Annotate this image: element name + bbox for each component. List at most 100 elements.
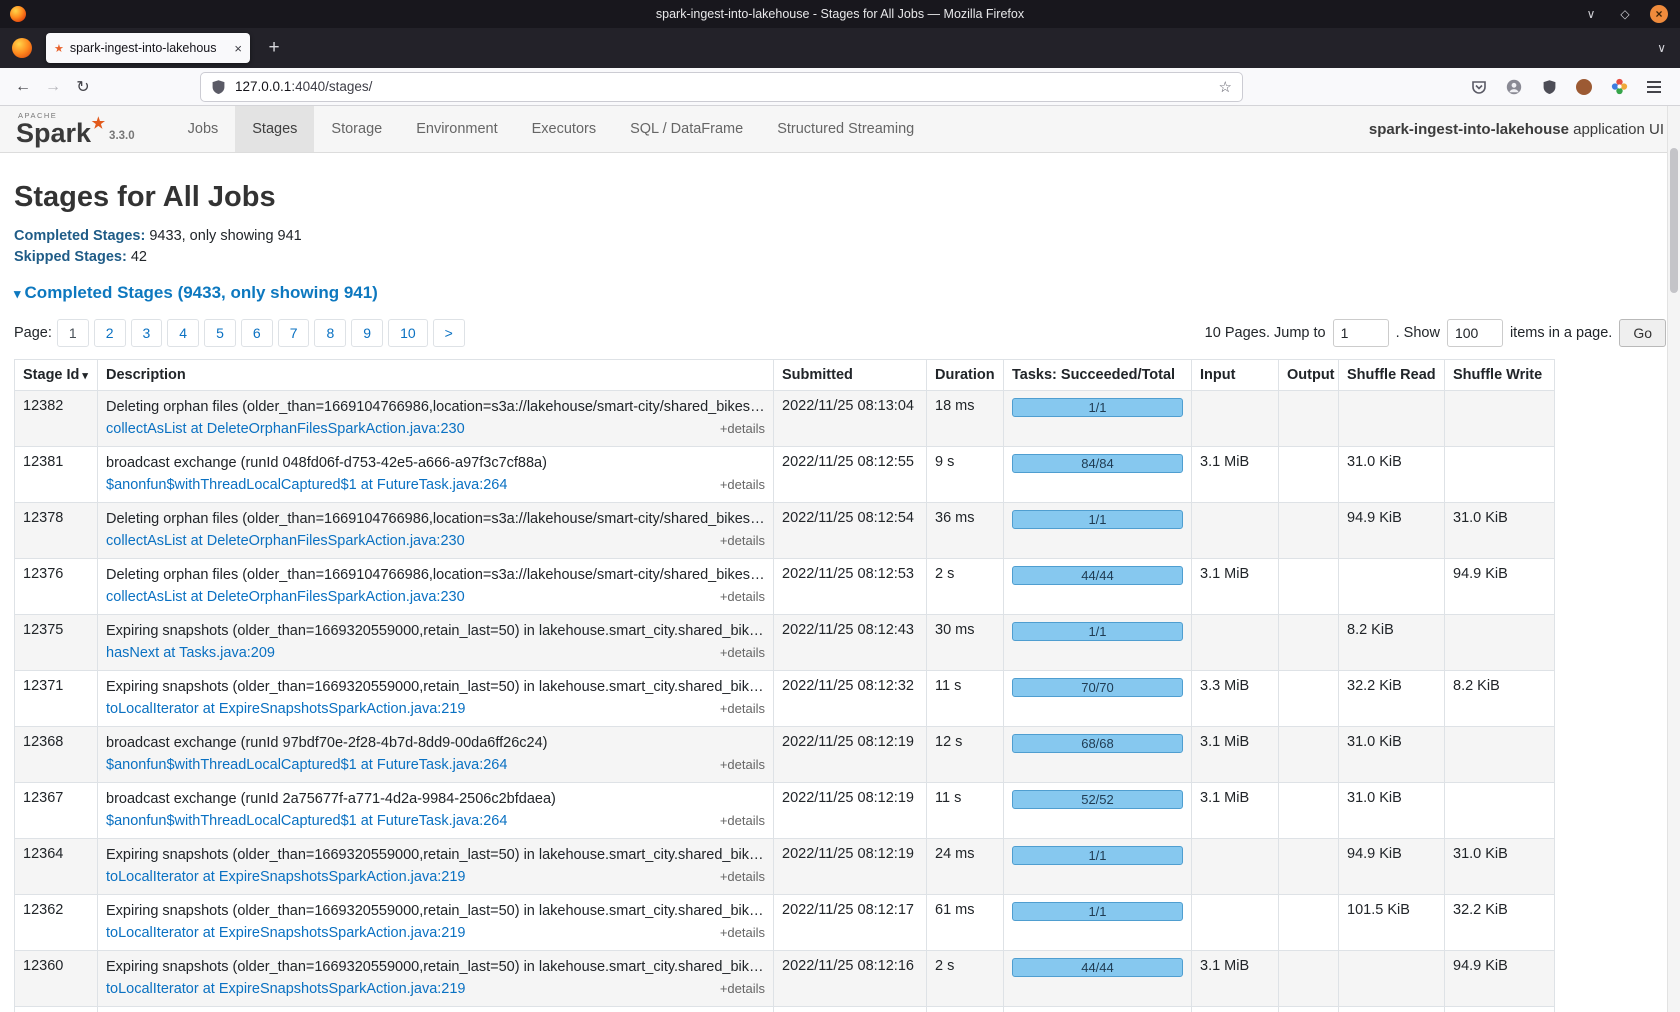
header-description[interactable]: Description bbox=[98, 360, 774, 391]
page-button-9[interactable]: 9 bbox=[351, 319, 383, 347]
header-shuffle-read[interactable]: Shuffle Read bbox=[1339, 360, 1445, 391]
page-button-5[interactable]: 5 bbox=[204, 319, 236, 347]
details-toggle[interactable]: +details bbox=[720, 923, 765, 942]
details-toggle[interactable]: +details bbox=[720, 811, 765, 830]
browser-tab[interactable]: ★ spark-ingest-into-lakehous × bbox=[46, 33, 250, 63]
details-toggle[interactable]: +details bbox=[720, 475, 765, 494]
details-toggle[interactable]: +details bbox=[720, 699, 765, 718]
page-button-8[interactable]: 8 bbox=[314, 319, 346, 347]
stage-callsite-link[interactable]: $anonfun$withThreadLocalCaptured$1 at Fu… bbox=[106, 812, 507, 831]
submitted-cell: 2022/11/25 08:12:19 bbox=[774, 783, 927, 839]
duration-cell: 30 ms bbox=[927, 615, 1004, 671]
input-cell: 3.1 MiB bbox=[1192, 951, 1279, 1007]
header-output[interactable]: Output bbox=[1279, 360, 1339, 391]
stage-id: 12362 bbox=[23, 902, 63, 918]
stage-id: 12367 bbox=[23, 790, 63, 806]
details-toggle[interactable]: +details bbox=[720, 755, 765, 774]
shuffle-write-cell bbox=[1445, 615, 1555, 671]
spark-header: APACHE Spark★ 3.3.0 JobsStagesStorageEnv… bbox=[0, 106, 1680, 153]
details-toggle[interactable]: +details bbox=[720, 587, 765, 606]
bookmark-star-icon[interactable]: ☆ bbox=[1219, 78, 1232, 96]
details-toggle[interactable]: +details bbox=[720, 867, 765, 886]
stage-callsite-link[interactable]: $anonfun$withThreadLocalCaptured$1 at Fu… bbox=[106, 476, 507, 495]
shuffle-read-cell bbox=[1339, 391, 1445, 447]
forward-button[interactable]: → bbox=[38, 72, 68, 102]
tasks-cell: 1/1 bbox=[1004, 503, 1192, 559]
items-per-page-input[interactable] bbox=[1447, 319, 1503, 347]
header-tasks[interactable]: Tasks: Succeeded/Total bbox=[1004, 360, 1192, 391]
details-toggle[interactable]: +details bbox=[720, 979, 765, 998]
page-button-3[interactable]: 3 bbox=[131, 319, 163, 347]
jump-to-input[interactable] bbox=[1333, 319, 1389, 347]
shuffle-read-cell: 31.0 KiB bbox=[1339, 447, 1445, 503]
page-button-6[interactable]: 6 bbox=[241, 319, 273, 347]
stage-id: 12375 bbox=[23, 622, 63, 638]
shuffle-read-cell: 94.9 KiB bbox=[1339, 503, 1445, 559]
header-duration[interactable]: Duration bbox=[927, 360, 1004, 391]
stage-callsite-link[interactable]: collectAsList at DeleteOrphanFilesSparkA… bbox=[106, 420, 465, 439]
profile-avatar-icon[interactable] bbox=[1574, 77, 1594, 97]
stage-callsite-link[interactable]: collectAsList at DeleteOrphanFilesSparkA… bbox=[106, 588, 465, 607]
stage-callsite-link[interactable]: toLocalIterator at ExpireSnapshotsSparkA… bbox=[106, 700, 466, 719]
spark-nav-environment[interactable]: Environment bbox=[399, 106, 514, 152]
ublock-shield-icon[interactable] bbox=[1539, 77, 1559, 97]
input-cell bbox=[1192, 615, 1279, 671]
header-input[interactable]: Input bbox=[1192, 360, 1279, 391]
stage-callsite-link[interactable]: $anonfun$withThreadLocalCaptured$1 at Fu… bbox=[106, 756, 507, 775]
stage-callsite-link[interactable]: toLocalIterator at ExpireSnapshotsSparkA… bbox=[106, 980, 466, 999]
completed-stages-section-toggle[interactable]: ▾Completed Stages (9433, only showing 94… bbox=[14, 283, 1666, 303]
spark-nav-sql-dataframe[interactable]: SQL / DataFrame bbox=[613, 106, 760, 152]
menu-icon[interactable] bbox=[1644, 77, 1664, 97]
header-submitted[interactable]: Submitted bbox=[774, 360, 927, 391]
stage-description: Expiring snapshots (older_than=166932055… bbox=[106, 902, 765, 921]
scrollbar-thumb[interactable] bbox=[1670, 148, 1678, 293]
minimize-button[interactable]: ∨ bbox=[1582, 5, 1600, 23]
list-all-tabs-button[interactable]: ∨ bbox=[1657, 41, 1666, 55]
stage-callsite-link[interactable]: collectAsList at DeleteOrphanFilesSparkA… bbox=[106, 532, 465, 551]
tab-favicon-icon: ★ bbox=[54, 42, 64, 55]
details-toggle[interactable]: +details bbox=[720, 531, 765, 550]
back-button[interactable]: ← bbox=[8, 72, 38, 102]
tasks-progress-bar: 44/44 bbox=[1012, 958, 1183, 977]
spark-nav-storage[interactable]: Storage bbox=[314, 106, 399, 152]
page-button-2[interactable]: 2 bbox=[94, 319, 126, 347]
input-cell: 3.1 MiB bbox=[1192, 783, 1279, 839]
spark-nav-structured-streaming[interactable]: Structured Streaming bbox=[760, 106, 931, 152]
page-button-10[interactable]: 10 bbox=[388, 319, 428, 347]
page-button-7[interactable]: 7 bbox=[278, 319, 310, 347]
reload-button[interactable]: ↻ bbox=[68, 72, 98, 102]
header-stage-id[interactable]: Stage Id▾ bbox=[15, 360, 98, 391]
spark-nav-stages[interactable]: Stages bbox=[235, 106, 314, 152]
spark-nav-executors[interactable]: Executors bbox=[515, 106, 613, 152]
shuffle-write-cell: 31.0 KiB bbox=[1445, 839, 1555, 895]
extension-pinwheel-icon[interactable] bbox=[1609, 77, 1629, 97]
duration-cell: 11 s bbox=[927, 783, 1004, 839]
stage-callsite-link[interactable]: toLocalIterator at ExpireSnapshotsSparkA… bbox=[106, 924, 466, 943]
details-toggle[interactable]: +details bbox=[720, 419, 765, 438]
maximize-button[interactable]: ◇ bbox=[1616, 5, 1634, 23]
input-cell: 3.1 MiB bbox=[1192, 559, 1279, 615]
stage-callsite-link[interactable]: toLocalIterator at ExpireSnapshotsSparkA… bbox=[106, 868, 466, 887]
new-tab-button[interactable]: + bbox=[260, 34, 288, 62]
stages-page: Stages for All Jobs Completed Stages: 94… bbox=[0, 181, 1680, 1012]
pocket-icon[interactable] bbox=[1469, 77, 1489, 97]
submitted-cell: 2022/11/25 08:12:19 bbox=[774, 839, 927, 895]
stage-callsite-link[interactable]: hasNext at Tasks.java:209 bbox=[106, 644, 275, 663]
shuffle-read-cell bbox=[1339, 559, 1445, 615]
tracking-protection-shield-icon[interactable] bbox=[211, 79, 226, 95]
header-shuffle-write[interactable]: Shuffle Write bbox=[1445, 360, 1555, 391]
spark-logo[interactable]: APACHE Spark★ bbox=[16, 112, 103, 148]
account-avatar-icon[interactable] bbox=[1504, 77, 1524, 97]
vertical-scrollbar[interactable] bbox=[1667, 106, 1680, 1012]
page-button-4[interactable]: 4 bbox=[167, 319, 199, 347]
close-button[interactable]: × bbox=[1650, 5, 1668, 23]
tab-close-button[interactable]: × bbox=[234, 41, 242, 56]
url-bar[interactable]: 127.0.0.1:4040/stages/ ☆ bbox=[200, 72, 1243, 102]
go-button[interactable]: Go bbox=[1619, 319, 1666, 347]
application-ui-label: spark-ingest-into-lakehouse application … bbox=[1369, 121, 1680, 138]
details-toggle[interactable]: +details bbox=[720, 643, 765, 662]
spark-nav-jobs[interactable]: Jobs bbox=[171, 106, 236, 152]
firefox-view-button[interactable] bbox=[12, 38, 32, 58]
page-button-1[interactable]: 1 bbox=[57, 319, 89, 347]
next-page-button[interactable]: > bbox=[433, 319, 465, 347]
